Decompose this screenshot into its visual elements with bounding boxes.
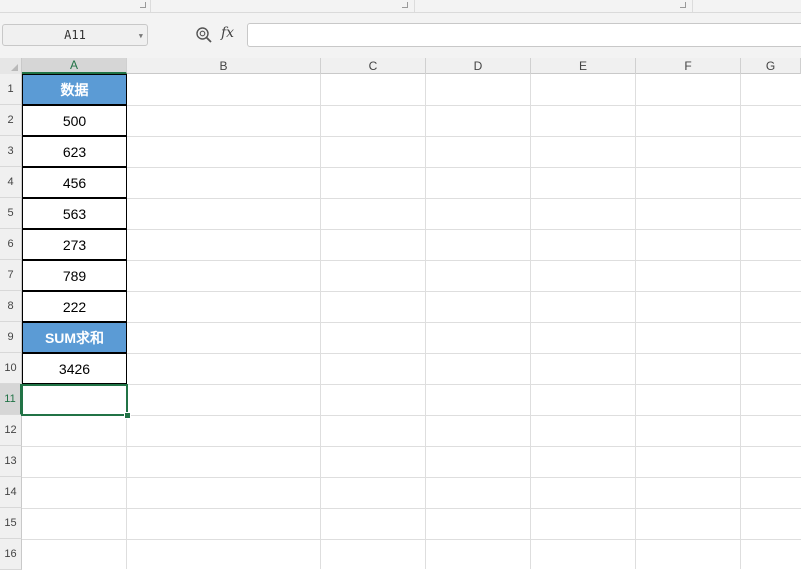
select-all-icon bbox=[11, 64, 18, 71]
cell-a6[interactable]: 273 bbox=[22, 229, 127, 260]
fill-handle[interactable] bbox=[124, 412, 131, 419]
cell-a3[interactable]: 623 bbox=[22, 136, 127, 167]
column-header-g[interactable]: G bbox=[741, 58, 801, 74]
name-box[interactable]: A11 ▼ bbox=[2, 24, 148, 46]
active-cell-a11[interactable] bbox=[21, 384, 128, 416]
row-header-13[interactable]: 13 bbox=[0, 446, 22, 477]
column-header-b[interactable]: B bbox=[127, 58, 321, 74]
column-header-a[interactable]: A bbox=[22, 58, 127, 74]
gridline bbox=[22, 353, 801, 354]
gridline bbox=[22, 446, 801, 447]
row-header-2[interactable]: 2 bbox=[0, 105, 22, 136]
column-header-c[interactable]: C bbox=[321, 58, 426, 74]
row-header-11[interactable]: 11 bbox=[0, 384, 22, 415]
gridline bbox=[22, 322, 801, 323]
gridline bbox=[22, 136, 801, 137]
gridline bbox=[22, 291, 801, 292]
function-icon[interactable]: fx bbox=[221, 25, 234, 41]
row-header-15[interactable]: 15 bbox=[0, 508, 22, 539]
cell-a10[interactable]: 3426 bbox=[22, 353, 127, 384]
ribbon-separator bbox=[692, 0, 693, 12]
gridline bbox=[22, 477, 801, 478]
row-header-1[interactable]: 1 bbox=[0, 74, 22, 105]
cell-a4[interactable]: 456 bbox=[22, 167, 127, 198]
cell-a8[interactable]: 222 bbox=[22, 291, 127, 322]
gridline bbox=[22, 539, 801, 540]
formula-bar: A11 ▼ fx bbox=[0, 13, 801, 58]
row-header-5[interactable]: 5 bbox=[0, 198, 22, 229]
gridline bbox=[22, 508, 801, 509]
row-header-4[interactable]: 4 bbox=[0, 167, 22, 198]
gridline bbox=[22, 105, 801, 106]
cell-a9[interactable]: SUM求和 bbox=[22, 322, 127, 353]
row-header-9[interactable]: 9 bbox=[0, 322, 22, 353]
row-header-6[interactable]: 6 bbox=[0, 229, 22, 260]
chevron-down-icon[interactable]: ▼ bbox=[139, 32, 143, 40]
dialog-launcher-icon[interactable] bbox=[140, 2, 146, 8]
column-header-e[interactable]: E bbox=[531, 58, 636, 74]
row-header-7[interactable]: 7 bbox=[0, 260, 22, 291]
ribbon-strip bbox=[0, 0, 801, 13]
column-header-f[interactable]: F bbox=[636, 58, 741, 74]
cell-a5[interactable]: 563 bbox=[22, 198, 127, 229]
cell-a1[interactable]: 数据 bbox=[22, 74, 127, 105]
dialog-launcher-icon[interactable] bbox=[402, 2, 408, 8]
column-header-d[interactable]: D bbox=[426, 58, 531, 74]
row-header-14[interactable]: 14 bbox=[0, 477, 22, 508]
gridline bbox=[22, 415, 801, 416]
row-header-16[interactable]: 16 bbox=[0, 539, 22, 570]
zoom-icon[interactable] bbox=[195, 26, 213, 44]
gridline bbox=[22, 384, 801, 385]
formula-input[interactable] bbox=[247, 23, 801, 47]
ribbon-separator bbox=[150, 0, 151, 12]
select-all-button[interactable] bbox=[0, 58, 22, 74]
name-box-value: A11 bbox=[64, 28, 86, 42]
row-header-12[interactable]: 12 bbox=[0, 415, 22, 446]
row-header-8[interactable]: 8 bbox=[0, 291, 22, 322]
gridline bbox=[22, 198, 801, 199]
row-header-10[interactable]: 10 bbox=[0, 353, 22, 384]
cell-a2[interactable]: 500 bbox=[22, 105, 127, 136]
row-header-3[interactable]: 3 bbox=[0, 136, 22, 167]
gridline bbox=[22, 167, 801, 168]
gridline bbox=[22, 260, 801, 261]
dialog-launcher-icon[interactable] bbox=[680, 2, 686, 8]
gridline bbox=[22, 229, 801, 230]
cell-a7[interactable]: 789 bbox=[22, 260, 127, 291]
column-header-row: A B C D E F G bbox=[0, 58, 801, 74]
ribbon-separator bbox=[414, 0, 415, 12]
